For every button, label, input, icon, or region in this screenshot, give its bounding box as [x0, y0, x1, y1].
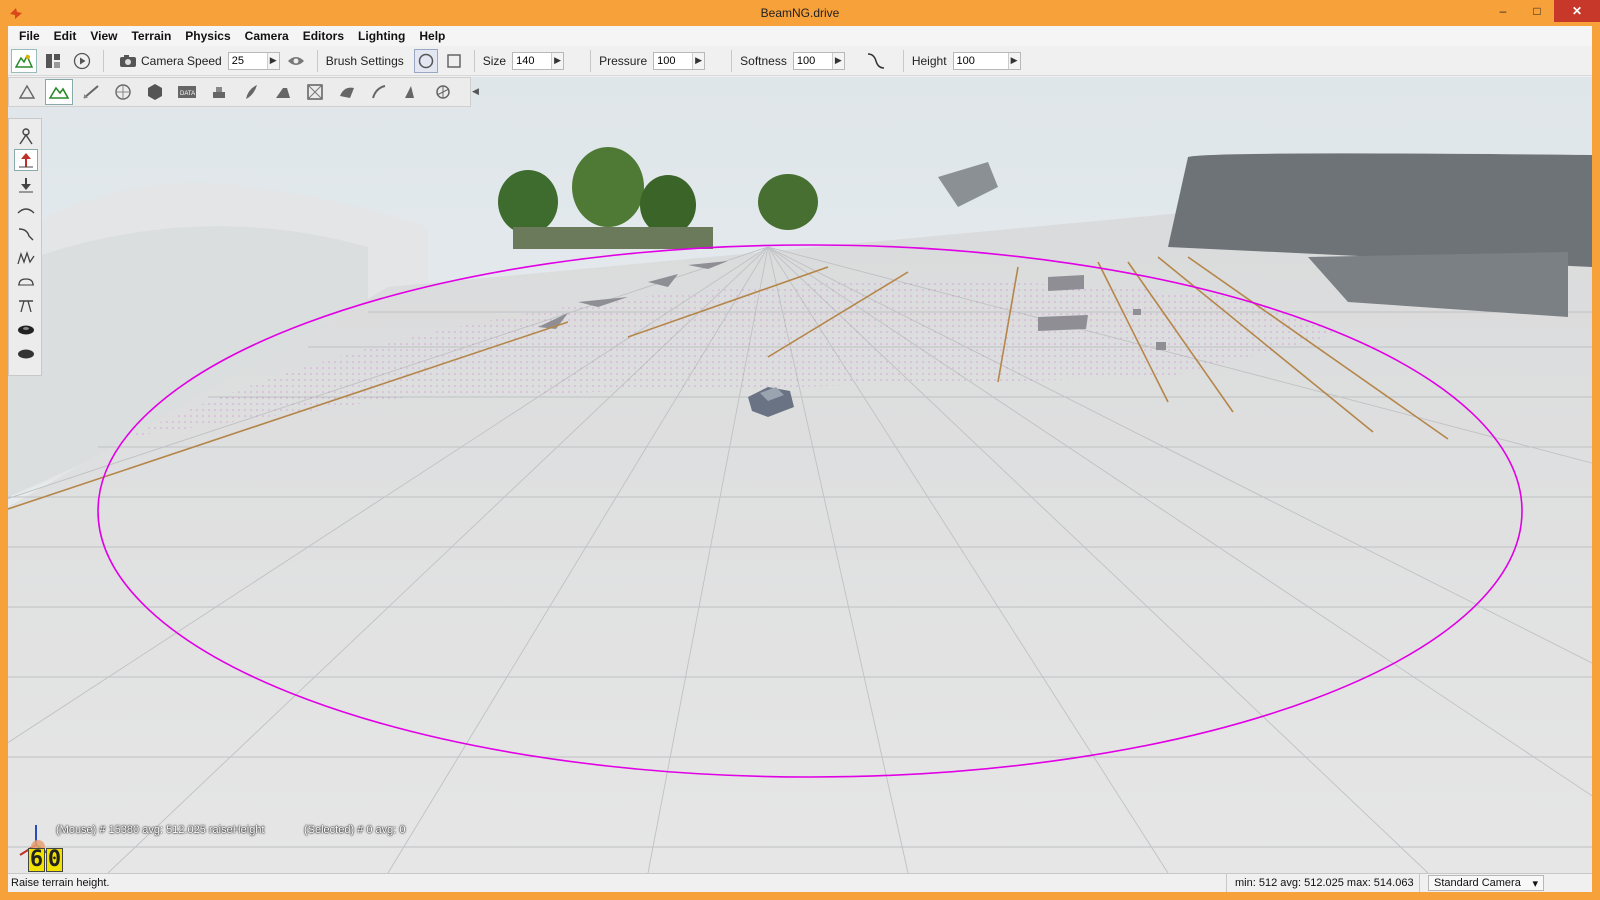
smooth-icon[interactable]	[14, 199, 38, 221]
chevron-down-icon: ▾	[1532, 877, 1538, 890]
menu-editors[interactable]: Editors	[296, 29, 351, 43]
toolbar-divider	[316, 49, 318, 72]
object-icon[interactable]	[141, 79, 169, 105]
camera-speed-spin-icon[interactable]: ▶	[266, 52, 279, 69]
pressure-spin-icon[interactable]: ▶	[692, 52, 705, 69]
brush-settings-label: Brush Settings	[325, 53, 404, 68]
menu-bar: File Edit View Terrain Physics Camera Ed…	[8, 26, 1592, 46]
fps-counter: 6 0	[28, 848, 64, 872]
size-field: ▶	[512, 51, 565, 70]
size-spin-icon[interactable]: ▶	[551, 52, 564, 69]
road-icon[interactable]	[365, 79, 393, 105]
menu-edit[interactable]: Edit	[47, 29, 84, 43]
terrain-tool-palette	[8, 118, 42, 376]
menu-terrain[interactable]: Terrain	[124, 29, 178, 43]
toolbar-divider	[103, 49, 104, 72]
mesh-road-icon[interactable]	[269, 79, 297, 105]
height-input[interactable]	[953, 52, 1008, 69]
camera-speed-input[interactable]	[228, 52, 267, 69]
toolbar-divider	[590, 49, 592, 72]
convex-icon[interactable]	[301, 79, 329, 105]
toolbar-divider	[902, 49, 904, 72]
softness-spin-icon[interactable]: ▶	[831, 52, 844, 69]
softness-curve-icon[interactable]	[863, 49, 889, 73]
slope-icon[interactable]	[14, 223, 38, 245]
brush-toolbar: Camera Speed ▶ Brush Settings Size ▶ Pre…	[8, 46, 1592, 76]
play-icon[interactable]	[69, 49, 95, 73]
raise-height-icon[interactable]	[14, 149, 38, 171]
softness-field: ▶	[792, 51, 845, 70]
river-icon[interactable]	[333, 79, 361, 105]
close-button[interactable]: ✕	[1554, 0, 1600, 22]
minimize-button[interactable]: –	[1486, 0, 1520, 22]
menu-camera[interactable]: Camera	[238, 29, 296, 43]
shape-icon[interactable]	[397, 79, 425, 105]
set-height-icon[interactable]	[14, 295, 38, 317]
camera-speed-label: Camera Speed	[141, 53, 222, 68]
visibility-eye-icon[interactable]	[283, 49, 309, 73]
select-icon[interactable]	[14, 125, 38, 147]
mouse-info-readout: (Mouse) # 15380 avg: 512.025 raiseHeight	[56, 824, 265, 836]
flatten-icon[interactable]	[14, 271, 38, 293]
decal-icon[interactable]	[205, 79, 233, 105]
status-bar: Raise terrain height. min: 512 avg: 512.…	[8, 873, 1592, 892]
editor-tools-strip: DATA ◀	[8, 77, 479, 107]
node-icon[interactable]	[429, 79, 457, 105]
selected-info-readout: (Selected) # 0 avg: 0	[304, 824, 406, 836]
camera-icon[interactable]	[115, 49, 141, 73]
size-label: Size	[482, 53, 507, 68]
maximize-button[interactable]: □	[1520, 0, 1554, 22]
pressure-field: ▶	[653, 51, 706, 70]
toolbar-divider	[473, 49, 475, 72]
noise-icon[interactable]	[14, 247, 38, 269]
camera-select[interactable]: Standard Camera ▾	[1428, 875, 1544, 891]
title-bar: BeamNG.drive – □ ✕	[0, 0, 1600, 26]
menu-file[interactable]: File	[12, 29, 47, 43]
world-editor-icon[interactable]	[13, 79, 41, 105]
pressure-input[interactable]	[654, 52, 693, 69]
sky-icon[interactable]	[109, 79, 137, 105]
height-field: ▶	[952, 51, 1021, 70]
height-label: Height	[911, 53, 947, 68]
height-spin-icon[interactable]: ▶	[1007, 52, 1020, 69]
window-title: BeamNG.drive	[760, 6, 840, 20]
terrain-painter-icon[interactable]	[77, 79, 105, 105]
pressure-label: Pressure	[599, 53, 648, 68]
terrain-scene[interactable]	[8, 77, 1592, 873]
menu-lighting[interactable]: Lighting	[351, 29, 412, 43]
status-hint: Raise terrain height.	[11, 877, 110, 889]
window-controls: – □ ✕	[1486, 0, 1600, 22]
datablock-icon[interactable]: DATA	[173, 79, 201, 105]
menu-help[interactable]: Help	[412, 29, 452, 43]
circle-brush-icon[interactable]	[413, 48, 438, 73]
layout-toggle-icon[interactable]	[40, 49, 66, 73]
toolbar-divider	[731, 49, 733, 72]
menu-physics[interactable]: Physics	[178, 29, 237, 43]
clear-holes-icon[interactable]	[14, 319, 38, 341]
set-empty-icon[interactable]	[14, 343, 38, 365]
camera-speed-field: ▶	[227, 51, 280, 70]
menu-view[interactable]: View	[83, 29, 124, 43]
terrain-mode-icon[interactable]	[11, 48, 37, 73]
fps-digit: 6	[28, 847, 45, 872]
height-stats: min: 512 avg: 512.025 max: 514.063	[1226, 874, 1420, 892]
softness-label: Softness	[740, 53, 787, 68]
editor-client-area: File Edit View Terrain Physics Camera Ed…	[8, 26, 1592, 892]
softness-input[interactable]	[793, 52, 832, 69]
3d-viewport[interactable]	[8, 77, 1592, 873]
lower-height-icon[interactable]	[14, 174, 38, 196]
size-input[interactable]	[513, 52, 552, 69]
camera-select-value: Standard Camera	[1434, 877, 1521, 889]
collapse-strip-icon[interactable]: ◀	[472, 86, 479, 100]
svg-text:DATA: DATA	[180, 91, 195, 97]
square-brush-icon[interactable]	[442, 49, 466, 73]
forest-icon[interactable]	[237, 79, 265, 105]
fps-digit: 0	[46, 847, 63, 872]
terrain-editor-icon[interactable]	[45, 79, 73, 105]
